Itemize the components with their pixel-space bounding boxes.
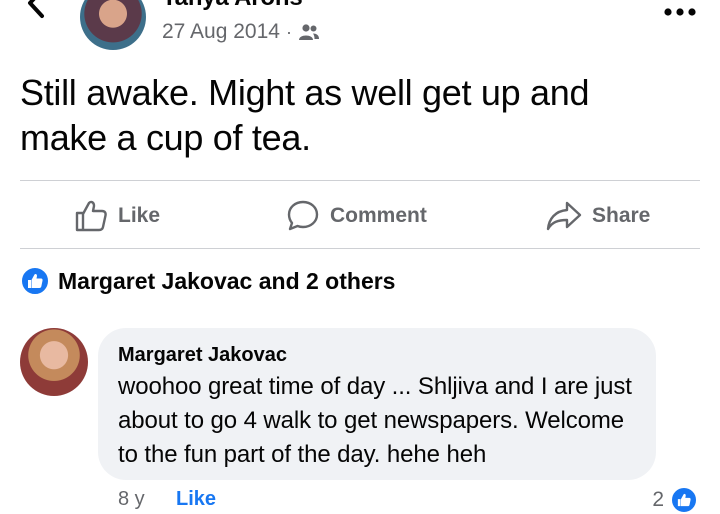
comment-text: woohoo great time of day ... Shljiva and… <box>118 373 632 468</box>
divider-bottom <box>20 248 700 249</box>
share-button-label: Share <box>592 204 651 227</box>
like-reaction-icon <box>20 266 50 296</box>
comment-bubble-icon <box>287 200 319 231</box>
like-button[interactable]: Like <box>74 196 160 236</box>
commenter-avatar[interactable] <box>20 328 88 396</box>
comment-like-button[interactable]: Like <box>176 488 216 511</box>
more-options-icon[interactable] <box>662 2 698 22</box>
comment-button-label: Comment <box>330 204 427 227</box>
share-button[interactable]: Share <box>546 196 650 236</box>
reactions-summary[interactable]: Margaret Jakovac and 2 others <box>20 266 395 296</box>
friends-icon <box>298 24 319 40</box>
meta-separator: · <box>285 21 292 42</box>
comment-author-name[interactable]: Margaret Jakovac <box>118 344 287 367</box>
author-avatar[interactable] <box>80 0 146 50</box>
comment-timestamp: 8 y <box>118 488 145 510</box>
post-author-name[interactable]: Tanya Arons <box>162 0 303 12</box>
comment-reaction-count: 2 <box>652 488 664 511</box>
thumbs-up-icon <box>75 200 107 232</box>
comment-button[interactable]: Comment <box>286 196 427 236</box>
post-text: Still awake. Might as well get up and ma… <box>20 72 590 158</box>
like-button-label: Like <box>118 204 161 227</box>
post-meta: 27 Aug 2014 · <box>162 20 320 44</box>
divider-top <box>20 180 700 181</box>
share-arrow-icon <box>546 201 582 231</box>
post-date[interactable]: 27 Aug 2014 <box>162 20 280 44</box>
back-arrow-icon[interactable] <box>20 0 54 20</box>
reactions-summary-text: Margaret Jakovac and 2 others <box>58 267 396 294</box>
